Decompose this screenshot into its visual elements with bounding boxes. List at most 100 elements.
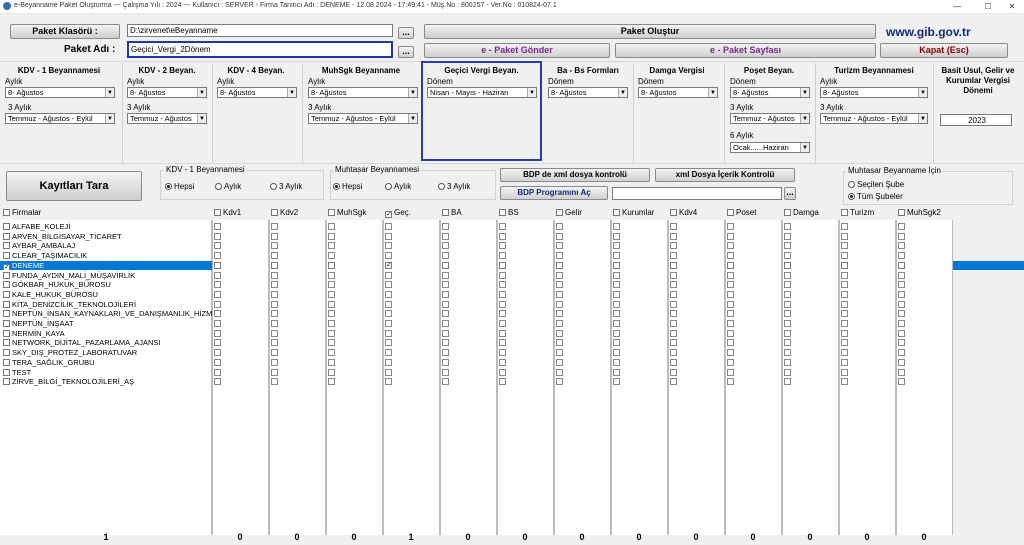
cell-checkbox[interactable] <box>670 242 677 250</box>
checkbox-icon[interactable] <box>328 209 335 216</box>
cell-checkbox[interactable] <box>727 310 734 318</box>
cell-checkbox[interactable] <box>613 358 620 366</box>
cell-checkbox[interactable] <box>271 378 278 386</box>
cell-checkbox[interactable] <box>442 378 449 386</box>
checkbox-icon[interactable] <box>271 209 278 216</box>
cell-checkbox[interactable] <box>442 290 449 298</box>
firma-row[interactable]: KİTA_DENİZCİLİK_TEKNOLOJİLERİ <box>0 300 212 310</box>
cell-checkbox[interactable] <box>613 329 620 337</box>
cell-checkbox[interactable] <box>556 281 563 289</box>
column-header-4[interactable]: BA <box>442 208 462 217</box>
cell-checkbox[interactable] <box>670 261 677 269</box>
cell-checkbox[interactable] <box>271 329 278 337</box>
cell-checkbox[interactable] <box>898 290 905 298</box>
cell-checkbox[interactable] <box>613 232 620 240</box>
turizm-aylik-select[interactable]: 8- Ağustos ▼ <box>820 87 928 98</box>
cell-checkbox[interactable] <box>841 378 848 386</box>
cell-checkbox[interactable] <box>499 320 506 327</box>
cell-checkbox[interactable] <box>328 310 335 318</box>
cell-checkbox[interactable] <box>556 290 563 298</box>
cell-checkbox[interactable] <box>499 290 506 298</box>
cell-checkbox[interactable] <box>328 368 335 376</box>
cell-checkbox[interactable] <box>613 349 620 357</box>
cell-checkbox[interactable] <box>670 271 677 279</box>
cell-checkbox[interactable] <box>613 310 620 318</box>
cell-checkbox[interactable] <box>898 320 905 327</box>
muhsgk-aylik-select[interactable]: 8- Ağustos ▼ <box>308 87 418 98</box>
cell-checkbox[interactable]: ✓ <box>385 261 392 269</box>
cell-checkbox[interactable] <box>385 242 392 250</box>
cell-checkbox[interactable] <box>214 320 221 327</box>
cell-checkbox[interactable] <box>898 378 905 386</box>
cell-checkbox[interactable] <box>613 281 620 289</box>
checkbox-icon[interactable] <box>727 209 734 216</box>
cell-checkbox[interactable] <box>271 358 278 366</box>
cell-checkbox[interactable] <box>214 271 221 279</box>
checkbox-icon[interactable] <box>3 271 10 279</box>
klasor-browse-button[interactable]: ... <box>398 27 414 39</box>
cell-checkbox[interactable] <box>214 281 221 289</box>
checkbox-icon[interactable] <box>3 339 10 347</box>
cell-checkbox[interactable] <box>214 252 221 260</box>
minimize-icon[interactable]: — <box>945 1 969 12</box>
cell-checkbox[interactable] <box>784 261 791 269</box>
firma-row[interactable]: NETWORK_DİJİTAL_PAZARLAMA_AJANSI <box>0 338 212 348</box>
cell-checkbox[interactable] <box>328 252 335 260</box>
cell-checkbox[interactable] <box>442 310 449 318</box>
column-header-9[interactable]: Poset <box>727 208 756 217</box>
cell-checkbox[interactable] <box>727 281 734 289</box>
kdv1-aylik-select[interactable]: 8- Ağustos ▼ <box>5 87 115 98</box>
muh-3aylik-radio[interactable]: 3 Aylık <box>438 182 470 191</box>
cell-checkbox[interactable] <box>499 281 506 289</box>
kdv1-aylik-radio[interactable]: Aylık <box>215 182 241 191</box>
cell-checkbox[interactable] <box>328 271 335 279</box>
cell-checkbox[interactable] <box>898 223 905 230</box>
cell-checkbox[interactable] <box>442 329 449 337</box>
cell-checkbox[interactable] <box>727 358 734 366</box>
cell-checkbox[interactable] <box>499 368 506 376</box>
poset-3aylik-select[interactable]: Temmuz - Ağustos ▼ <box>730 113 810 124</box>
cell-checkbox[interactable] <box>841 271 848 279</box>
basit-donem-field[interactable]: 2023 <box>940 114 1012 126</box>
checkbox-icon[interactable] <box>3 320 10 327</box>
cell-checkbox[interactable] <box>499 242 506 250</box>
cell-checkbox[interactable] <box>841 358 848 366</box>
paket-adi-input[interactable]: Geçici_Vergi_2Dönem <box>127 41 393 58</box>
cell-checkbox[interactable] <box>613 378 620 386</box>
cell-checkbox[interactable] <box>442 339 449 347</box>
cell-checkbox[interactable] <box>385 358 392 366</box>
firma-row[interactable]: AYBAR_AMBALAJ <box>0 241 212 251</box>
cell-checkbox[interactable] <box>841 310 848 318</box>
firma-header[interactable]: Firmalar <box>3 208 41 217</box>
cell-checkbox[interactable] <box>556 271 563 279</box>
cell-checkbox[interactable] <box>556 242 563 250</box>
cell-checkbox[interactable] <box>385 271 392 279</box>
cell-checkbox[interactable] <box>898 281 905 289</box>
checkbox-icon[interactable] <box>841 209 848 216</box>
cell-checkbox[interactable] <box>727 252 734 260</box>
cell-checkbox[interactable] <box>328 290 335 298</box>
bdp-xml-button[interactable]: BDP de xml dosya kontrolü <box>500 168 650 182</box>
paket-klasoru-field[interactable]: D:\zirvenet\eBeyanname <box>127 24 393 37</box>
cell-checkbox[interactable] <box>784 329 791 337</box>
cell-checkbox[interactable] <box>214 358 221 366</box>
cell-checkbox[interactable] <box>898 358 905 366</box>
cell-checkbox[interactable] <box>442 358 449 366</box>
cell-checkbox[interactable] <box>784 281 791 289</box>
firma-row[interactable]: TERA_SAĞLIK_GRUBU <box>0 358 212 368</box>
secilen-sube-radio[interactable]: Seçilen Şube <box>848 180 904 189</box>
cell-checkbox[interactable] <box>214 300 221 308</box>
cell-checkbox[interactable] <box>271 290 278 298</box>
babs-donem-select[interactable]: 8- Ağustos ▼ <box>548 87 628 98</box>
cell-checkbox[interactable] <box>556 349 563 357</box>
checkbox-icon[interactable]: ✓ <box>385 211 392 218</box>
cell-checkbox[interactable] <box>784 300 791 308</box>
cell-checkbox[interactable] <box>442 223 449 230</box>
checkbox-icon[interactable] <box>3 252 10 260</box>
cell-checkbox[interactable] <box>442 252 449 260</box>
cell-checkbox[interactable] <box>841 232 848 240</box>
checkbox-icon[interactable] <box>442 209 449 216</box>
cell-checkbox[interactable] <box>442 261 449 269</box>
cell-checkbox[interactable] <box>499 339 506 347</box>
cell-checkbox[interactable] <box>442 232 449 240</box>
